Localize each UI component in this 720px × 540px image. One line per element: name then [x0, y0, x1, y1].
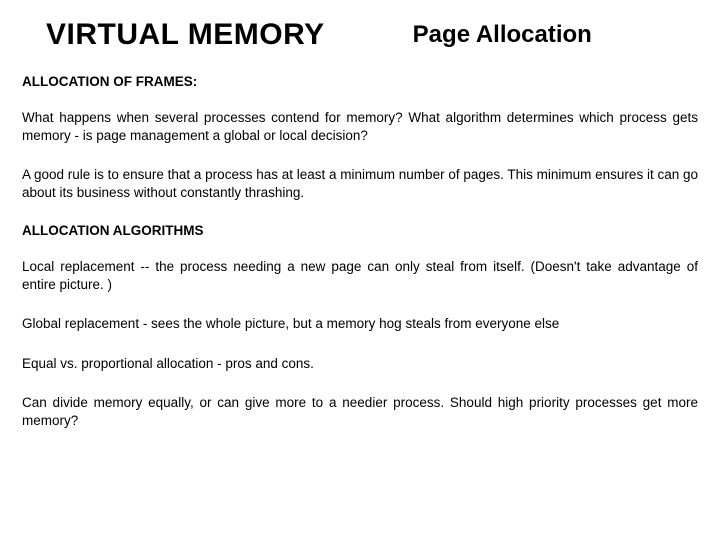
sub-title: Page Allocation [413, 21, 592, 49]
paragraph-1: What happens when several processes cont… [22, 109, 698, 144]
section-heading-algorithms: ALLOCATION ALGORITHMS [22, 223, 698, 238]
section-heading-frames: ALLOCATION OF FRAMES: [22, 74, 698, 89]
header-row: VIRTUAL MEMORY Page Allocation [22, 18, 698, 52]
paragraph-3: Local replacement -- the process needing… [22, 258, 698, 293]
paragraph-2: A good rule is to ensure that a process … [22, 166, 698, 201]
paragraph-4: Global replacement - sees the whole pict… [22, 315, 698, 333]
paragraph-6: Can divide memory equally, or can give m… [22, 394, 698, 429]
main-title: VIRTUAL MEMORY [46, 18, 325, 52]
paragraph-5: Equal vs. proportional allocation - pros… [22, 355, 698, 373]
